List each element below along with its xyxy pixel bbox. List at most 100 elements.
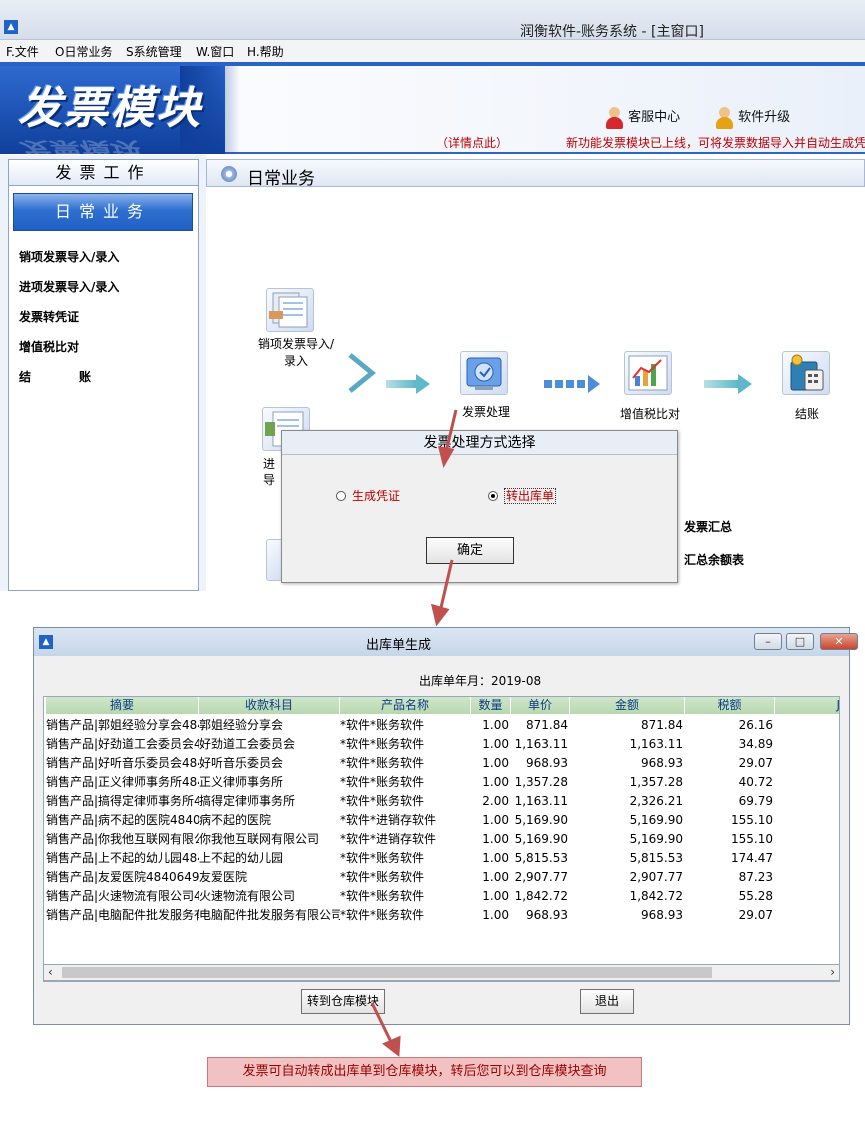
app-icon[interactable]: ▲ [4, 20, 18, 34]
table-cell: 1.00 [482, 832, 509, 846]
confirm-button[interactable]: 确定 [426, 537, 514, 564]
scrollbar-thumb[interactable] [62, 967, 712, 978]
process-method-dialog: 发票处理方式选择 生成凭证 转出库单 确定 [281, 430, 678, 583]
col-account[interactable]: 收款科目 [199, 697, 340, 714]
left-item-vat-compare[interactable]: 增值税比对 [19, 338, 79, 355]
table-cell: 69.79 [738, 794, 773, 808]
table-cell: 1.00 [482, 718, 509, 732]
menu-daily[interactable]: O日常业务 [55, 43, 112, 60]
table-cell: 销售产品|好劲道工会委员会4 [46, 737, 199, 751]
scroll-left-icon[interactable]: ‹ [48, 965, 53, 980]
table-cell: 2,326.21 [629, 794, 683, 808]
left-item-purchase-invoice[interactable]: 进项发票导入/录入 [19, 278, 119, 295]
outbound-app-icon[interactable]: ▲ [39, 635, 53, 649]
table-cell: 1.00 [482, 870, 509, 884]
table-cell: 968.93 [641, 908, 683, 922]
col-more[interactable]: J [775, 697, 839, 714]
table-cell: 销售产品|搞得定律师事务所4 [46, 794, 199, 808]
table-cell: 155.10 [731, 832, 773, 846]
vat-compare-label[interactable]: 增值税比对 [606, 405, 694, 422]
col-amount[interactable]: 金额 [570, 697, 685, 714]
table-cell: 2,907.77 [629, 870, 683, 884]
service-center-button[interactable]: 客服中心 [604, 106, 680, 129]
table-cell: 5,169.90 [514, 813, 568, 827]
table-cell: 销售产品|正义律师事务所484 [46, 775, 199, 789]
table-cell: *软件*账务软件 [340, 775, 425, 789]
invoice-process-icon[interactable] [460, 351, 508, 395]
table-row[interactable]: 销售产品|郭姐经验分享会484 郭姐经验分享会 *软件*账务软件 1.00 871.84… [44, 716, 839, 735]
table-cell: 968.93 [641, 756, 683, 770]
sales-invoice-icon[interactable] [266, 288, 314, 332]
table-row[interactable]: 销售产品|搞得定律师事务所4 搞得定律师事务所 *软件*账务软件 2.00 1,163.… [44, 792, 839, 811]
table-cell: 2,907.77 [514, 870, 568, 884]
radio-to-outbound[interactable]: 转出库单 [488, 487, 557, 504]
summary-balance-link[interactable]: 汇总余额表 [684, 551, 744, 568]
menu-system[interactable]: S系统管理 [126, 43, 182, 60]
vat-compare-icon[interactable] [624, 351, 672, 395]
left-item-invoice-to-voucher[interactable]: 发票转凭证 [19, 308, 79, 325]
table-cell: 1,163.11 [629, 737, 683, 751]
table-row[interactable]: 销售产品|上不起的幼儿园484 上不起的幼儿园 *软件*账务软件 1.00 5,815.… [44, 849, 839, 868]
table-cell: 968.93 [526, 908, 568, 922]
service-agent-icon [604, 106, 624, 129]
table-cell: 1.00 [482, 908, 509, 922]
table-row[interactable]: 销售产品|火速物流有限公司4 火速物流有限公司 *软件*账务软件 1.00 1,842.… [44, 887, 839, 906]
table-cell: 搞得定律师事务所 [199, 794, 296, 808]
table-row[interactable]: 销售产品|你我他互联网有限公 你我他互联网有限公司 *软件*进销存软件 1.00 5,1… [44, 830, 839, 849]
to-warehouse-button[interactable]: 转到仓库模块 [301, 989, 385, 1014]
table-cell: *软件*进销存软件 [340, 832, 437, 846]
table-cell: 正义律师事务所 [199, 775, 284, 789]
table-cell: *软件*进销存软件 [340, 813, 437, 827]
left-item-sales-invoice[interactable]: 销项发票导入/录入 [19, 248, 119, 265]
sales-invoice-label[interactable]: 销项发票导入/录入 [252, 335, 340, 369]
table-cell: *软件*账务软件 [340, 889, 425, 903]
table-cell: 销售产品|上不起的幼儿园484 [46, 851, 199, 865]
col-tax[interactable]: 税额 [685, 697, 775, 714]
outbound-window-title: 出库单生成 [366, 638, 432, 653]
close-icon[interactable]: ✕ [820, 633, 858, 650]
invoice-process-label[interactable]: 发票处理 [446, 403, 526, 420]
table-cell: 好听音乐委员会 [199, 756, 284, 770]
table-cell: 电脑配件批发服务有限公司 [199, 908, 340, 922]
table-cell: 1,357.28 [629, 775, 683, 789]
close-account-label[interactable]: 结账 [774, 405, 840, 422]
scroll-right-icon[interactable]: › [830, 965, 835, 980]
table-cell: 病不起的医院 [199, 813, 272, 827]
left-item-close-account[interactable]: 结账 [19, 368, 139, 385]
software-upgrade-label: 软件升级 [738, 110, 791, 125]
left-panel-frame: 发票工作 日常业务 销项发票导入/录入 进项发票导入/录入 发票转凭证 增值税比… [8, 159, 199, 591]
menu-help[interactable]: H.帮助 [247, 43, 284, 60]
menu-window[interactable]: W.窗口 [196, 43, 234, 60]
table-cell: 55.28 [738, 889, 773, 903]
detail-link[interactable]: （详情点此） [436, 134, 508, 151]
table-cell: 好劲道工会委员会 [199, 737, 296, 751]
minimize-icon[interactable]: – [754, 633, 782, 650]
menu-bar: F.文件 O日常业务 S系统管理 W.窗口 H.帮助 [0, 40, 865, 62]
table-row[interactable]: 销售产品|友爱医院48406492 友爱医院 *软件*账务软件 1.00 2,907.7… [44, 868, 839, 887]
table-cell: 40.72 [738, 775, 773, 789]
col-product[interactable]: 产品名称 [340, 697, 471, 714]
exit-button[interactable]: 退出 [580, 989, 634, 1014]
close-account-icon[interactable] [782, 351, 830, 395]
tab-daily-business[interactable]: 日常业务 [13, 193, 193, 231]
table-cell: 你我他互联网有限公司 [199, 832, 320, 846]
module-logo: 发票模块 [18, 83, 202, 134]
maximize-icon[interactable]: □ [786, 633, 814, 650]
table-row[interactable]: 销售产品|病不起的医院4840 病不起的医院 *软件*进销存软件 1.00 5,169.… [44, 811, 839, 830]
col-summary[interactable]: 摘要 [46, 697, 199, 714]
table-row[interactable]: 销售产品|电脑配件批发服务有 电脑配件批发服务有限公司 *软件*账务软件 1.00 96… [44, 906, 839, 925]
col-qty[interactable]: 数量 [471, 697, 511, 714]
software-upgrade-button[interactable]: 软件升级 [714, 106, 791, 129]
horizontal-scrollbar[interactable]: ‹ › [43, 964, 840, 981]
table-row[interactable]: 销售产品|好听音乐委员会484 好听音乐委员会 *软件*账务软件 1.00 968.93… [44, 754, 839, 773]
radio-generate-voucher[interactable]: 生成凭证 [336, 487, 400, 504]
col-price[interactable]: 单价 [511, 697, 570, 714]
radio-generate-voucher-label: 生成凭证 [352, 489, 401, 503]
invoice-summary-link[interactable]: 发票汇总 [684, 518, 732, 535]
gear-icon [221, 166, 237, 182]
purchase-invoice-label-1[interactable]: 进 [262, 455, 276, 472]
menu-file[interactable]: F.文件 [6, 43, 39, 60]
table-row[interactable]: 销售产品|好劲道工会委员会4 好劲道工会委员会 *软件*账务软件 1.00 1,163.… [44, 735, 839, 754]
table-row[interactable]: 销售产品|正义律师事务所484 正义律师事务所 *软件*账务软件 1.00 1,357.… [44, 773, 839, 792]
purchase-invoice-label-2[interactable]: 导 [262, 471, 276, 488]
